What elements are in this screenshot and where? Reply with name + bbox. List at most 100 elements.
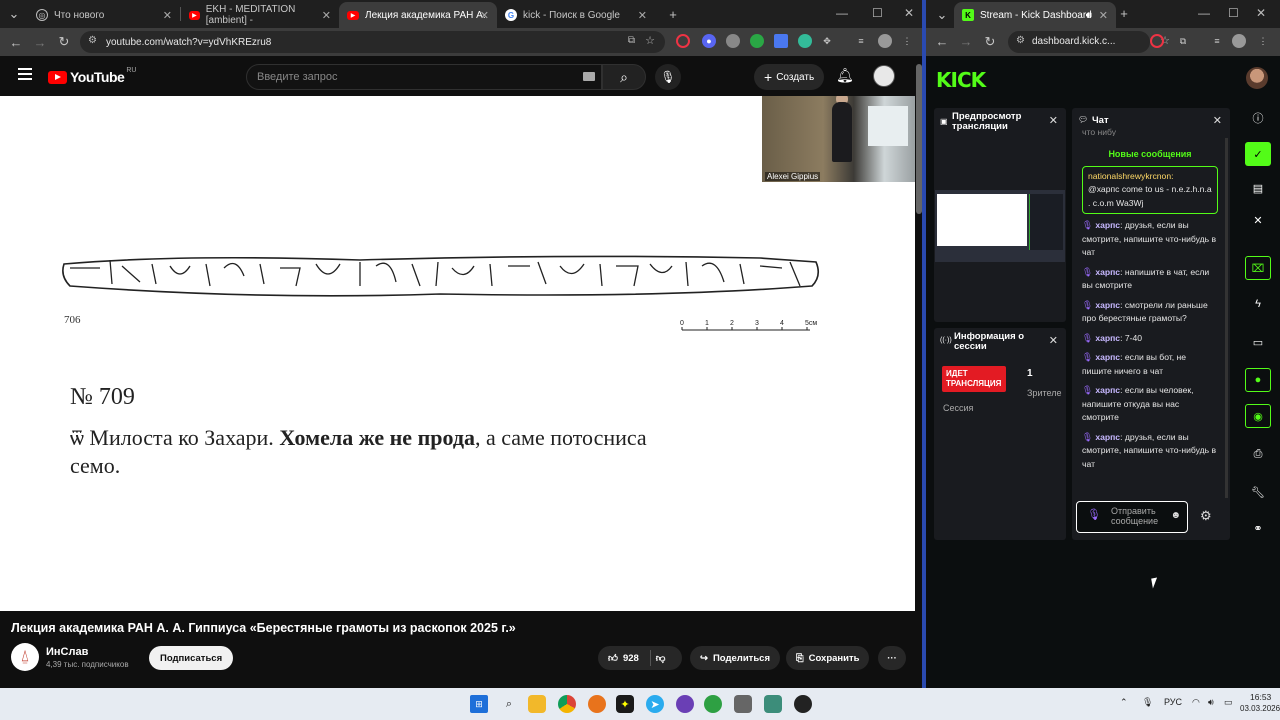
emoji-icon[interactable]: ☻ (1170, 511, 1181, 521)
search-icon[interactable]: ⌕ (500, 695, 518, 713)
wifi-icon[interactable]: ◠ (1192, 697, 1200, 708)
tab-search-chevron-icon[interactable]: ⌄ (0, 6, 28, 22)
lightning-icon[interactable]: ϟ (1245, 292, 1271, 316)
chat-bubble-icon[interactable]: ● (1245, 368, 1271, 392)
search-input[interactable]: Введите запрос (246, 64, 602, 90)
extension-doc-icon[interactable] (774, 34, 788, 48)
clock-date[interactable]: 03.03.2026 (1240, 704, 1280, 713)
chat-message[interactable]: 🎙︎ харпс: 7-40 (1082, 332, 1218, 346)
user-avatar[interactable] (1246, 67, 1268, 89)
checkmark-icon[interactable]: ✓ (1245, 142, 1271, 166)
close-icon[interactable]: ✕ (1245, 208, 1271, 232)
menu-dots-icon[interactable]: ⋮ (1256, 34, 1270, 48)
tab-kick-dashboard[interactable]: K Stream - Kick Dashboard 🔊︎ ✕ (954, 2, 1116, 28)
tab-search-icon[interactable]: ≡ (854, 34, 868, 48)
chat-message[interactable]: 🎙︎ харпс: если вы человек, напишите отку… (1082, 384, 1218, 425)
app-star-icon[interactable]: ✦ (616, 695, 634, 713)
notifications-bell-icon[interactable]: 🔔︎ (836, 67, 854, 84)
close-tab-icon[interactable]: ✕ (1099, 9, 1108, 22)
new-tab-icon[interactable]: + (661, 7, 685, 22)
app-green-icon[interactable] (704, 695, 722, 713)
wrench-icon[interactable]: 🔧︎ (1245, 480, 1271, 504)
extension-green-icon[interactable] (750, 34, 764, 48)
chrome-icon[interactable] (558, 695, 576, 713)
close-tab-icon[interactable]: ✕ (480, 9, 489, 22)
forward-icon[interactable]: → (28, 35, 52, 50)
tab-search-icon[interactable]: ≡ (1210, 34, 1224, 48)
maximize-icon[interactable]: ☐ (872, 6, 883, 20)
mic-badge-icon[interactable]: 🎙︎ (1087, 510, 1101, 521)
kick-logo[interactable]: KICK (936, 68, 986, 92)
extension-opera-icon[interactable] (676, 34, 690, 48)
youtube-logo[interactable]: YouTube RU (48, 67, 136, 85)
close-panel-icon[interactable]: ✕ (1213, 114, 1222, 127)
like-button[interactable]: 👍︎ 928 👎︎ (598, 646, 682, 670)
install-app-icon[interactable]: ⧉ (628, 35, 635, 46)
video-player[interactable]: Alexei Gippius 706 0 1 2 3 4 5см № 709 ѿ Мило… (0, 96, 915, 611)
back-icon[interactable]: ← (930, 34, 954, 49)
language-indicator[interactable]: РУС (1164, 697, 1182, 707)
close-window-icon[interactable]: ✕ (904, 6, 914, 20)
search-button[interactable]: ⌕ (602, 64, 646, 90)
address-bar[interactable]: ⚙ dashboard.kick.c... ☆ (1008, 31, 1170, 53)
minimize-icon[interactable]: — (1198, 6, 1210, 20)
channel-avatar[interactable]: ⍙ (11, 643, 39, 671)
save-button[interactable]: ⎘ Сохранить (786, 646, 870, 670)
obs-icon[interactable] (794, 695, 812, 713)
keyboard-icon[interactable] (583, 72, 595, 81)
more-actions-button[interactable]: ··· (878, 646, 906, 670)
new-tab-icon[interactable]: + (1112, 6, 1136, 21)
create-button[interactable]: + Создать (754, 64, 825, 90)
chat-message-input[interactable]: 🎙︎ Отправить сообщение ☻ (1076, 501, 1188, 533)
extension-opera-icon[interactable] (1150, 34, 1164, 48)
info-icon[interactable]: ⓘ (1245, 106, 1271, 130)
reload-icon[interactable]: ↻ (978, 34, 1002, 50)
audio-playing-icon[interactable]: 🔊︎ (1086, 10, 1092, 21)
close-tab-icon[interactable]: ✕ (638, 9, 647, 22)
site-info-icon[interactable]: ⚙ (88, 35, 97, 46)
chat-settings-gear-icon[interactable]: ⚙ (1200, 508, 1212, 524)
broadcast-icon[interactable]: ◉ (1245, 404, 1271, 428)
highlighted-message[interactable]: nationalshrewykrcnon: @харпс come to us … (1082, 165, 1218, 214)
close-tab-icon[interactable]: ✕ (322, 9, 331, 22)
profile-icon[interactable] (1232, 34, 1246, 48)
voice-search-button[interactable]: 🎙 (655, 64, 681, 90)
minimize-icon[interactable]: — (836, 6, 848, 20)
nodes-icon[interactable]: ⚭ (1245, 516, 1271, 540)
close-panel-icon[interactable]: ✕ (1049, 334, 1058, 347)
chat-message[interactable]: 🎙︎ харпс: напишите в чат, если вы смотри… (1082, 266, 1218, 293)
thumbs-down-icon[interactable]: 👎︎ (656, 652, 666, 664)
close-tab-icon[interactable]: ✕ (163, 9, 172, 22)
app-tool-icon[interactable] (734, 695, 752, 713)
channel-name[interactable]: ИнСлав (46, 646, 88, 658)
tray-chevron-icon[interactable]: ⌃ (1120, 697, 1128, 708)
extensions-puzzle-icon[interactable]: ✥ (820, 34, 834, 48)
telegram-icon[interactable]: ➤ (646, 695, 664, 713)
extension-vpn-icon[interactable] (798, 34, 812, 48)
layout-icon[interactable]: ▤ (1245, 176, 1271, 200)
new-messages-divider[interactable]: Новые сообщения (1082, 148, 1218, 162)
menu-hamburger-icon[interactable] (18, 68, 32, 80)
tab-search-chevron-icon[interactable]: ⌄ (930, 7, 954, 23)
extension-copy-icon[interactable]: ⧉ (1176, 34, 1190, 48)
maximize-icon[interactable]: ☐ (1228, 6, 1239, 20)
tab-meditation[interactable]: ▶ EKH - MEDITATION [ambient] - ✕ (181, 2, 339, 28)
app-network-icon[interactable] (764, 695, 782, 713)
tab-whats-new[interactable]: ◎ Что нового ✕ (28, 2, 180, 28)
extension-grey-icon[interactable] (726, 34, 740, 48)
chat-message[interactable]: 🎙︎ харпс: друзья, если вы смотрите, напи… (1082, 431, 1218, 472)
print-icon[interactable]: ⎙ (1245, 442, 1271, 466)
chat-message[interactable]: 🎙︎ харпс: друзья, если вы смотрите, напи… (1082, 219, 1218, 260)
stream-preview-thumbnail[interactable] (935, 190, 1065, 262)
app-purple-icon[interactable] (676, 695, 694, 713)
address-bar[interactable]: ⚙ youtube.com/watch?v=ydVhKREzru8 ⧉ ☆ (80, 31, 665, 53)
forward-icon[interactable]: → (954, 34, 978, 49)
chat-message[interactable]: 🎙︎ харпс: если вы бот, не пишите ничего … (1082, 351, 1218, 378)
menu-dots-icon[interactable]: ⋮ (900, 34, 914, 48)
tab-lecture[interactable]: ▶ Лекция академика РАН А. ✕ (339, 2, 497, 28)
site-info-icon[interactable]: ⚙ (1016, 35, 1025, 46)
subscribe-button[interactable]: Подписаться (149, 646, 234, 670)
tab-google-search[interactable]: G kick - Поиск в Google ✕ (497, 2, 655, 28)
camera-icon[interactable]: ⌧ (1245, 256, 1271, 280)
chat-message[interactable]: 🎙︎ харпс: смотрели ли раньше про берестя… (1082, 299, 1218, 326)
